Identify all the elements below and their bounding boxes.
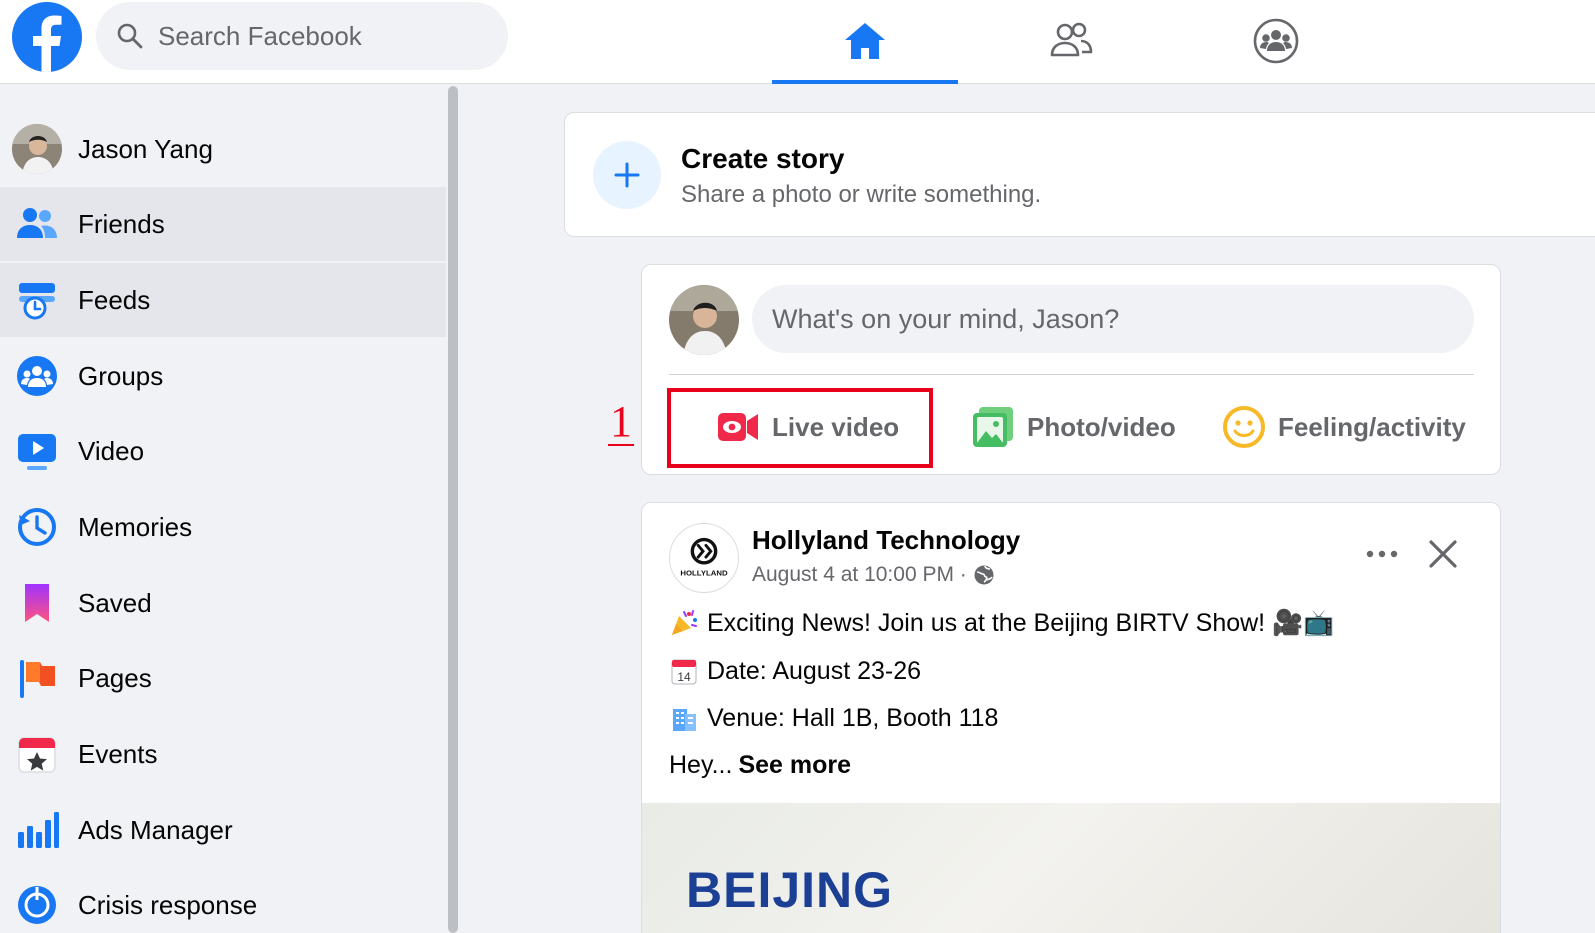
feeling-activity-icon — [1223, 406, 1265, 448]
groups-icon — [14, 353, 60, 399]
hollyland-logo[interactable]: HOLLYLAND — [669, 523, 739, 593]
sidebar-item-label: Feeds — [78, 284, 151, 315]
memories-icon — [14, 504, 60, 550]
globe-icon — [974, 565, 994, 585]
video-icon — [14, 428, 60, 474]
events-icon — [14, 731, 60, 777]
see-more-link[interactable]: See more — [738, 751, 851, 780]
building-icon — [669, 703, 699, 733]
ads-manager-icon — [14, 807, 60, 853]
sidebar-item-friends[interactable]: Friends — [0, 187, 446, 261]
party-popper-icon — [669, 608, 699, 638]
post-line-text: Venue: Hall 1B, Booth 118 — [707, 703, 999, 732]
post-meta: August 4 at 10:00 PM · — [752, 563, 995, 587]
sidebar-item-profile[interactable]: Jason Yang — [0, 112, 446, 186]
photo-video-icon — [973, 407, 1013, 447]
post-image[interactable]: BEIJING — [642, 803, 1500, 933]
friends-icon — [14, 201, 60, 247]
post-text-line: Venue: Hall 1B, Booth 118 — [669, 703, 998, 733]
sidebar-item-feeds[interactable]: Feeds — [0, 263, 446, 337]
search-bar[interactable] — [96, 2, 508, 70]
search-icon — [117, 23, 143, 49]
tab-friends[interactable] — [978, 0, 1164, 82]
sidebar-item-ads-manager[interactable]: Ads Manager — [0, 793, 446, 867]
plus-icon[interactable] — [593, 141, 661, 209]
create-story-title: Create story — [681, 143, 845, 174]
annotation-highlight-box — [667, 388, 933, 468]
hollyland-logo-text: HOLLYLAND — [680, 568, 728, 577]
post-line-text: Date: August 23-26 — [707, 656, 922, 685]
feed-post: HOLLYLAND Hollyland Technology August 4 … — [641, 502, 1501, 933]
whats-on-your-mind-input[interactable]: What's on your mind, Jason? — [752, 285, 1474, 353]
post-text-line: Hey... See more — [669, 751, 851, 780]
avatar — [12, 124, 62, 174]
post-text-line: 14 Date: August 23-26 — [669, 656, 921, 686]
sidebar-item-label: Friends — [78, 208, 165, 239]
pages-icon — [14, 655, 60, 701]
divider — [669, 374, 1474, 375]
groups-icon — [1253, 18, 1299, 64]
sidebar-item-saved[interactable]: Saved — [0, 566, 446, 640]
feeling-activity-label: Feeling/activity — [1278, 411, 1466, 442]
sidebar-item-label: Events — [78, 738, 158, 769]
photo-video-label: Photo/video — [1027, 411, 1176, 442]
post-line-text: Exciting News! Join us at the Beijing BI… — [707, 608, 1335, 637]
sidebar-item-label: Jason Yang — [78, 133, 213, 164]
tab-home[interactable] — [772, 0, 958, 84]
create-story-subtitle: Share a photo or write something. — [681, 181, 1042, 208]
annotation-step-number: 1 — [608, 397, 634, 446]
feeds-icon — [14, 277, 60, 323]
calendar-icon: 14 — [669, 656, 699, 686]
svg-text:14: 14 — [677, 670, 691, 684]
post-author[interactable]: Hollyland Technology — [752, 525, 1020, 556]
sidebar-item-label: Ads Manager — [78, 814, 233, 845]
sidebar-item-label: Groups — [78, 360, 164, 391]
sidebar-item-pages[interactable]: Pages — [0, 641, 446, 715]
friends-icon — [1050, 22, 1093, 57]
search-input[interactable] — [158, 20, 488, 52]
top-navigation-bar — [0, 0, 1595, 84]
sidebar-item-crisis-response[interactable]: Crisis response — [0, 868, 446, 933]
tab-groups[interactable] — [1183, 0, 1369, 82]
post-teaser-text: Hey... — [669, 751, 733, 779]
sidebar-item-label: Pages — [78, 662, 152, 693]
home-icon — [845, 23, 885, 59]
close-icon[interactable] — [1426, 537, 1460, 571]
sidebar-item-groups[interactable]: Groups — [0, 339, 446, 413]
sidebar-item-events[interactable]: Events — [0, 717, 446, 791]
facebook-logo-icon[interactable] — [12, 2, 82, 72]
sidebar-item-label: Memories — [78, 511, 193, 542]
sidebar-item-memories[interactable]: Memories — [0, 490, 446, 564]
more-options-icon[interactable] — [1364, 539, 1400, 569]
sidebar-item-label: Crisis response — [78, 889, 258, 920]
sidebar-item-label: Video — [78, 435, 145, 466]
avatar[interactable] — [669, 285, 739, 355]
feeling-activity-button[interactable]: Feeling/activity — [1222, 389, 1466, 465]
sidebar-item-video[interactable]: Video — [0, 414, 446, 488]
crisis-response-icon — [14, 882, 60, 928]
left-sidebar: Jason Yang Friends Feeds Groups Video Me… — [0, 84, 446, 933]
scrollbar-thumb[interactable] — [448, 86, 458, 933]
post-image-text: BEIJING — [686, 862, 894, 918]
post-timestamp[interactable]: August 4 at 10:00 PM · — [752, 563, 967, 587]
create-story-card[interactable]: Create story Share a photo or write some… — [564, 112, 1595, 237]
sidebar-item-label: Saved — [78, 587, 152, 618]
saved-icon — [14, 580, 60, 626]
post-text-line: Exciting News! Join us at the Beijing BI… — [669, 608, 1334, 638]
sidebar-scrollbar[interactable] — [446, 84, 460, 933]
photo-video-button[interactable]: Photo/video — [971, 389, 1176, 465]
